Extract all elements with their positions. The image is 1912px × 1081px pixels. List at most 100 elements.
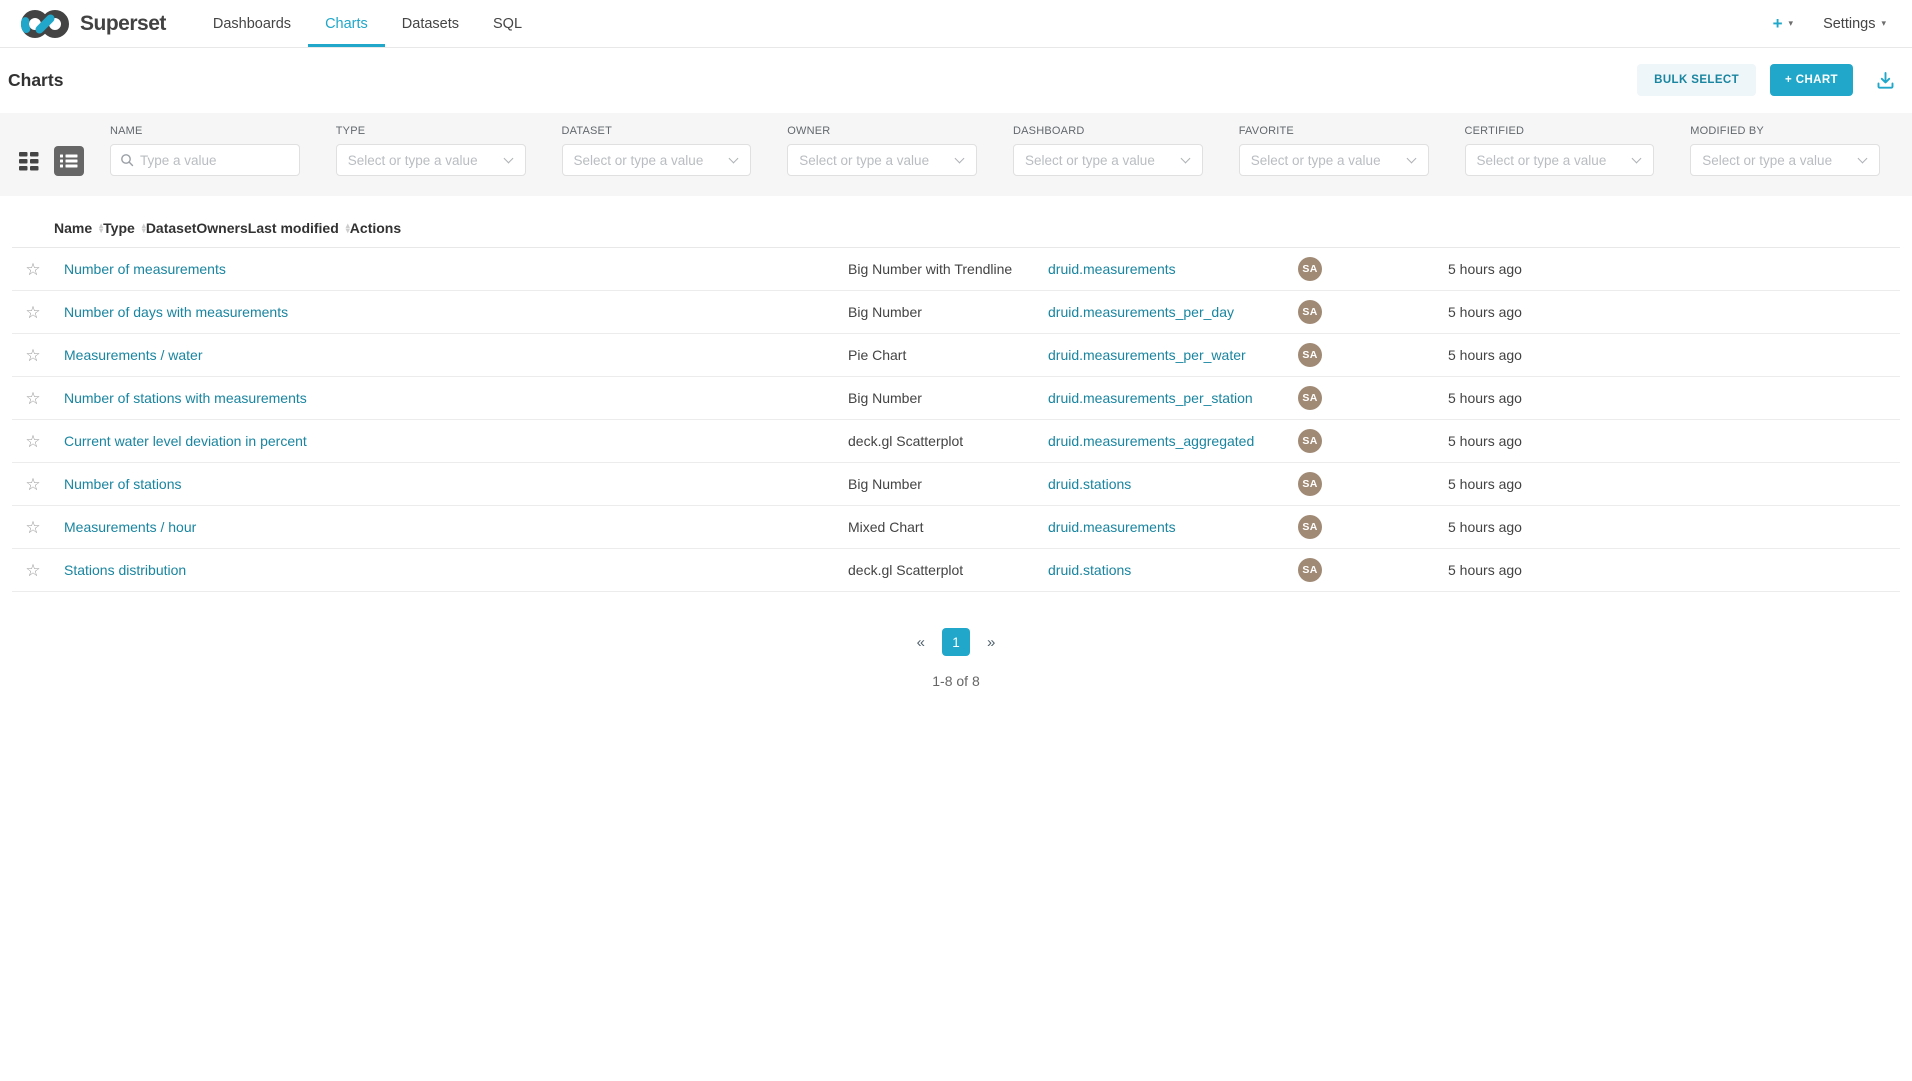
column-header[interactable]: Actions ▴▾ [350,220,401,236]
filter-field[interactable] [140,153,273,168]
filter-input[interactable] [562,144,752,176]
caret-down-icon: ▾ [1881,18,1886,29]
charts-table: Name ▴▾ Type ▴▾ Dataset ▴▾ [12,208,1900,592]
owner-avatar[interactable]: SA [1298,300,1322,324]
chart-name-link[interactable]: Number of stations [64,476,848,492]
favorite-star-icon[interactable]: ☆ [25,476,40,493]
dataset-link[interactable]: druid.measurements [1048,519,1298,535]
dataset-link[interactable]: druid.measurements_per_day [1048,304,1298,320]
favorite-cell: ☆ [12,433,54,450]
owners-cell: SA [1298,343,1448,367]
superset-logo[interactable]: Superset [18,0,166,47]
nav-item-label: Charts [325,16,368,32]
column-header[interactable]: Last modified ▴▾ [248,220,350,236]
chart-name-link[interactable]: Stations distribution [64,562,848,578]
owner-avatar[interactable]: SA [1298,386,1322,410]
filter-field[interactable] [574,153,725,168]
filter: NAME [110,125,300,176]
chevron-down-icon [955,154,965,164]
favorite-star-icon[interactable]: ☆ [25,519,40,536]
nav-item[interactable]: Charts ▾ [308,0,385,47]
list-view-toggle[interactable] [54,146,84,176]
owner-avatar[interactable]: SA [1298,472,1322,496]
bulk-select-button[interactable]: BULK SELECT [1637,64,1756,96]
dataset-link[interactable]: druid.measurements_aggregated [1048,433,1298,449]
filter-input[interactable] [110,144,300,176]
nav-item[interactable]: SQL ▾ [476,0,539,47]
filter-field[interactable] [1025,153,1176,168]
add-new-menu[interactable]: + ▾ [1773,14,1793,34]
name-cell: Stations distribution [54,562,848,578]
filter-label: NAME [110,125,300,137]
column-header[interactable]: Owners ▴▾ [196,220,247,236]
chart-name-link[interactable]: Number of stations with measurements [64,390,848,406]
chart-name-link[interactable]: Measurements / hour [64,519,848,535]
filter-bar: NAME TYPE [0,113,1912,196]
chevron-down-icon [1632,154,1642,164]
grid-icon [18,151,40,171]
favorite-star-icon[interactable]: ☆ [25,562,40,579]
chart-type: Pie Chart [848,347,1048,363]
filter-field[interactable] [1477,153,1628,168]
filter-input[interactable] [336,144,526,176]
chart-name-link[interactable]: Measurements / water [64,347,848,363]
owner-avatar[interactable]: SA [1298,558,1322,582]
chart-name-link[interactable]: Number of days with measurements [64,304,848,320]
filter-input[interactable] [1239,144,1429,176]
last-modified: 5 hours ago [1448,261,1600,277]
card-view-toggle[interactable] [14,146,44,176]
settings-menu[interactable]: Settings ▾ [1823,16,1886,32]
chart-name-link[interactable]: Number of measurements [64,261,848,277]
dataset-link[interactable]: druid.stations [1048,476,1298,492]
filter: DATASET [562,125,752,176]
filter-input[interactable] [1465,144,1655,176]
filter-input[interactable] [1013,144,1203,176]
plus-icon: + [1773,14,1783,34]
column-header-label: Owners [196,220,247,236]
header-actions: BULK SELECT + CHART [1637,64,1896,96]
column-header[interactable]: Type ▴▾ [103,220,146,236]
favorite-star-icon[interactable]: ☆ [25,347,40,364]
owner-avatar[interactable]: SA [1298,257,1322,281]
column-header[interactable]: Dataset ▴▾ [146,220,197,236]
page-1-button[interactable]: 1 [942,628,970,656]
filter-field[interactable] [1251,153,1402,168]
settings-label: Settings [1823,16,1875,32]
table-body: ☆ Number of measurements Big Number with… [12,248,1900,592]
nav-item[interactable]: Datasets ▾ [385,0,476,47]
owner-avatar[interactable]: SA [1298,515,1322,539]
owner-avatar[interactable]: SA [1298,429,1322,453]
prev-page-button[interactable]: « [900,634,942,651]
favorite-cell: ☆ [12,347,54,364]
table-row: ☆ Current water level deviation in perce… [12,420,1900,463]
favorite-star-icon[interactable]: ☆ [25,390,40,407]
dataset-link[interactable]: druid.stations [1048,562,1298,578]
table-columns: Name ▴▾ Type ▴▾ Dataset ▴▾ [54,208,1900,247]
filter-field[interactable] [799,153,950,168]
dataset-link[interactable]: druid.measurements_per_water [1048,347,1298,363]
owners-cell: SA [1298,515,1448,539]
dataset-link[interactable]: druid.measurements_per_station [1048,390,1298,406]
favorite-star-icon[interactable]: ☆ [25,433,40,450]
dataset-cell: druid.measurements [1048,261,1298,277]
filter-input[interactable] [787,144,977,176]
column-header[interactable]: Name ▴▾ [54,220,103,236]
filter-label: TYPE [336,125,526,137]
filter-field[interactable] [1702,153,1853,168]
nav-item[interactable]: Dashboards ▾ [196,0,308,47]
column-header-label: Type [103,220,135,236]
next-page-button[interactable]: » [970,634,1012,651]
filter-list: NAME TYPE [110,125,1880,176]
add-chart-button[interactable]: + CHART [1770,64,1853,96]
favorite-star-icon[interactable]: ☆ [25,304,40,321]
filter-input[interactable] [1690,144,1880,176]
filter-field[interactable] [348,153,499,168]
favorite-star-icon[interactable]: ☆ [25,261,40,278]
owner-avatar[interactable]: SA [1298,343,1322,367]
chart-type: deck.gl Scatterplot [848,433,1048,449]
dataset-cell: druid.stations [1048,476,1298,492]
filter-label: DASHBOARD [1013,125,1203,137]
export-charts-button[interactable] [1875,70,1896,90]
chart-name-link[interactable]: Current water level deviation in percent [64,433,848,449]
dataset-link[interactable]: druid.measurements [1048,261,1298,277]
